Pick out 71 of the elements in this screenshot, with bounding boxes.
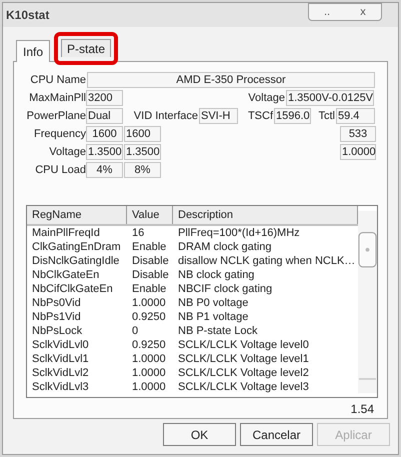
table-cell-text: 0.9250 [131, 338, 167, 352]
field-label: VID Interface [132, 109, 198, 124]
table-cell-text: ClkGatingEnDram [31, 240, 122, 254]
readout-field: 1600 [86, 126, 123, 142]
table-cell-text: 1.0000 [131, 296, 167, 310]
minimize-button[interactable]: .. [309, 4, 345, 20]
table-cell-text: SclkVidLvl0 [31, 338, 90, 352]
readout-field: 1600 [124, 126, 161, 142]
table-cell-text: NB P-state Lock [177, 324, 258, 338]
close-button[interactable]: x [345, 4, 381, 20]
table-cell-text: NbClkGateEn [31, 268, 100, 282]
readout-field: 1.3500V-0.0125V [286, 90, 374, 106]
readout-field: AMD E-350 Processor [87, 72, 375, 88]
window-title: K10stat [6, 7, 50, 24]
field-label: CPU Name [29, 73, 86, 88]
table-cell-text: NB P0 voltage [177, 296, 250, 310]
field-label: PowerPlane [26, 109, 86, 124]
field-label: CPU Load [34, 163, 86, 178]
field-label: TSCf [246, 109, 273, 124]
table-cell-text: 1.0000 [131, 352, 167, 366]
dialog-button[interactable]: OK [163, 423, 236, 446]
table-cell-text: SclkVidLvl3 [31, 380, 90, 394]
table-cell-text: 1.0000 [131, 380, 167, 394]
table-cell-text: Disable [131, 254, 170, 268]
field-label: MaxMainPll [28, 91, 86, 106]
table-cell-text: NbPsLock [31, 324, 84, 338]
column-header[interactable]: Value [127, 206, 173, 224]
table-cell-text: SCLK/LCLK Voltage level3 [177, 380, 310, 394]
table-cell-text: NbPs1Vid [31, 310, 82, 324]
table-cell-text: 1.0000 [131, 366, 167, 380]
readout-field: 533 [340, 126, 376, 142]
table-cell-text: SclkVidLvl1 [31, 352, 90, 366]
table-cell-text: SCLK/LCLK Voltage level2 [177, 366, 310, 380]
table-cell-text: NB P1 voltage [177, 310, 250, 324]
field-label: Voltage [247, 91, 285, 106]
table-cell-text: DisNclkGatingIdle [31, 254, 120, 268]
readout-field: 4% [86, 162, 123, 178]
readout-field: 59.4 [336, 108, 375, 124]
field-label: Tctl [318, 109, 335, 124]
table-cell-text: 0 [131, 324, 140, 338]
tab[interactable]: P-state [61, 39, 112, 57]
table-cell-text: SCLK/LCLK Voltage level1 [177, 352, 310, 366]
readout-field: Dual [86, 108, 123, 124]
table-cell-text: disallow NCLK gating when NCLK… [177, 254, 356, 268]
table-cell-text: Disable [131, 268, 170, 282]
readout-field: SVI-H [199, 108, 238, 124]
table-cell-text: Enable [131, 240, 168, 254]
version-label: 1.54 [350, 401, 374, 418]
field-label: Frequency [33, 127, 86, 142]
table-cell-text: NB clock gating [177, 268, 256, 282]
table-cell-text: PllFreq=100*(Id+16)MHz [177, 226, 301, 240]
table-cell-text: SclkVidLvl2 [31, 366, 90, 380]
table-cell-text: NbPs0Vid [31, 296, 82, 310]
table-cell-text: 0.9250 [131, 310, 167, 324]
table-cell-text: NBCIF clock gating [177, 282, 274, 296]
table-cell-text: NbCifClkGateEn [31, 282, 114, 296]
readout-field: 1.3500 [124, 144, 161, 160]
readout-field: 1.3500 [86, 144, 123, 160]
tab[interactable]: Info [16, 40, 50, 62]
readout-field: 1.0000 [340, 144, 376, 160]
table-cell-text: SCLK/LCLK Voltage level0 [177, 338, 310, 352]
table-cell-text: MainPllFreqId [31, 226, 101, 240]
readout-field: 1596.0 [274, 108, 311, 124]
table-cell-text: 16 [131, 226, 146, 240]
field-label: Voltage [48, 145, 86, 160]
table-cell-text: Enable [131, 282, 168, 296]
readout-field: 3200 [86, 90, 123, 106]
dialog-button[interactable]: Cancelar [240, 423, 313, 446]
column-header[interactable]: RegName [27, 206, 127, 224]
table-cell-text: DRAM clock gating [177, 240, 273, 254]
readout-field: 8% [124, 162, 161, 178]
